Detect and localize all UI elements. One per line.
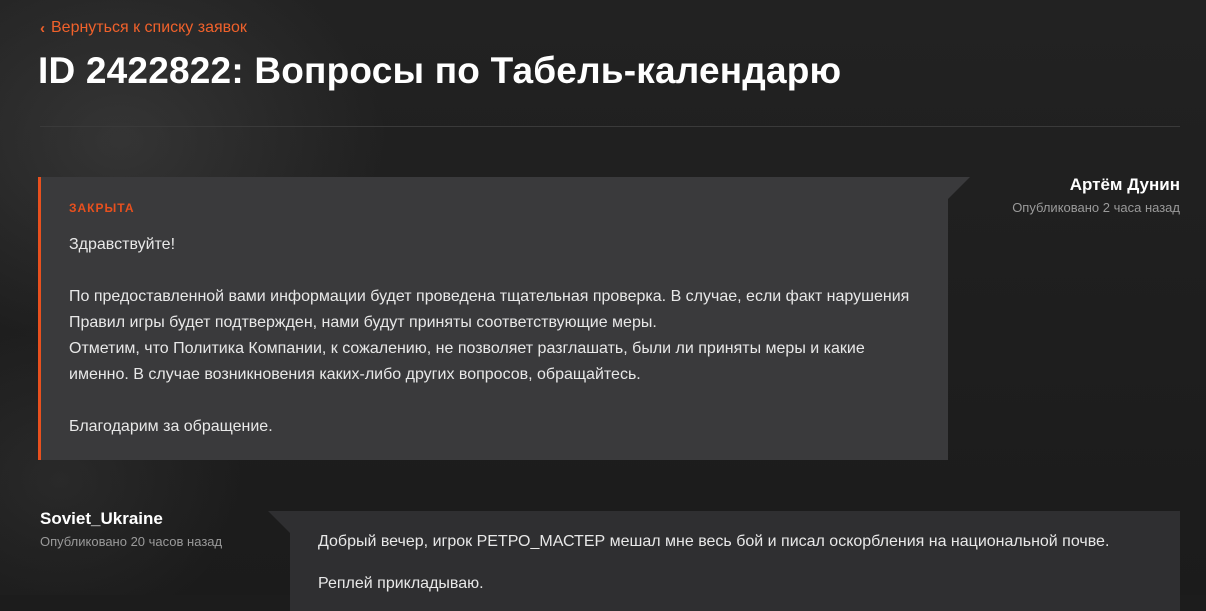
message-line: Правил игры будет подтвержден, нами буду… bbox=[69, 314, 657, 331]
message-line: Благодарим за обращение. bbox=[69, 418, 273, 435]
page-title: ID 2422822: Вопросы по Табель-календарю bbox=[38, 50, 842, 91]
admin-message-body: Здравствуйте! По предоставленной вами ин… bbox=[69, 232, 929, 440]
back-to-tickets-link[interactable]: ‹ Вернуться к списку заявок bbox=[40, 19, 247, 37]
author-name: Артём Дунин bbox=[1069, 175, 1180, 194]
message-tail bbox=[268, 511, 290, 533]
message-line: именно. В случае возникновения каких-либ… bbox=[69, 366, 641, 383]
message-line: Добрый вечер, игрок РЕТРО_МАСТЕР мешал м… bbox=[318, 533, 1110, 550]
back-link-label: Вернуться к списку заявок bbox=[51, 19, 247, 36]
user-message-body: Добрый вечер, игрок РЕТРО_МАСТЕР мешал м… bbox=[318, 529, 1178, 597]
message-line: Здравствуйте! bbox=[69, 236, 176, 253]
chevron-left-icon: ‹ bbox=[40, 19, 45, 37]
header-divider bbox=[40, 126, 1180, 127]
message-line: По предоставленной вами информации будет… bbox=[69, 288, 910, 305]
message-line: Реплей прикладываю. bbox=[318, 575, 484, 592]
publish-time: Опубликовано 20 часов назад bbox=[40, 534, 223, 549]
status-badge: ЗАКРЫТА bbox=[69, 201, 135, 215]
user-author: Soviet_Ukraine Опубликовано 20 часов наз… bbox=[40, 509, 222, 549]
admin-message: ЗАКРЫТА Здравствуйте! По предоставленной… bbox=[38, 177, 970, 460]
ticket-page: ‹ Вернуться к списку заявок ID 2422822: … bbox=[0, 0, 1206, 611]
admin-author: Артём Дунин Опубликовано 2 часа назад bbox=[1012, 175, 1180, 215]
user-message: Добрый вечер, игрок РЕТРО_МАСТЕР мешал м… bbox=[268, 511, 1180, 611]
message-tail bbox=[948, 177, 970, 199]
author-name: Soviet_Ukraine bbox=[40, 509, 163, 528]
message-line: Отметим, что Политика Компании, к сожале… bbox=[69, 340, 865, 357]
publish-time: Опубликовано 2 часа назад bbox=[1012, 200, 1180, 215]
